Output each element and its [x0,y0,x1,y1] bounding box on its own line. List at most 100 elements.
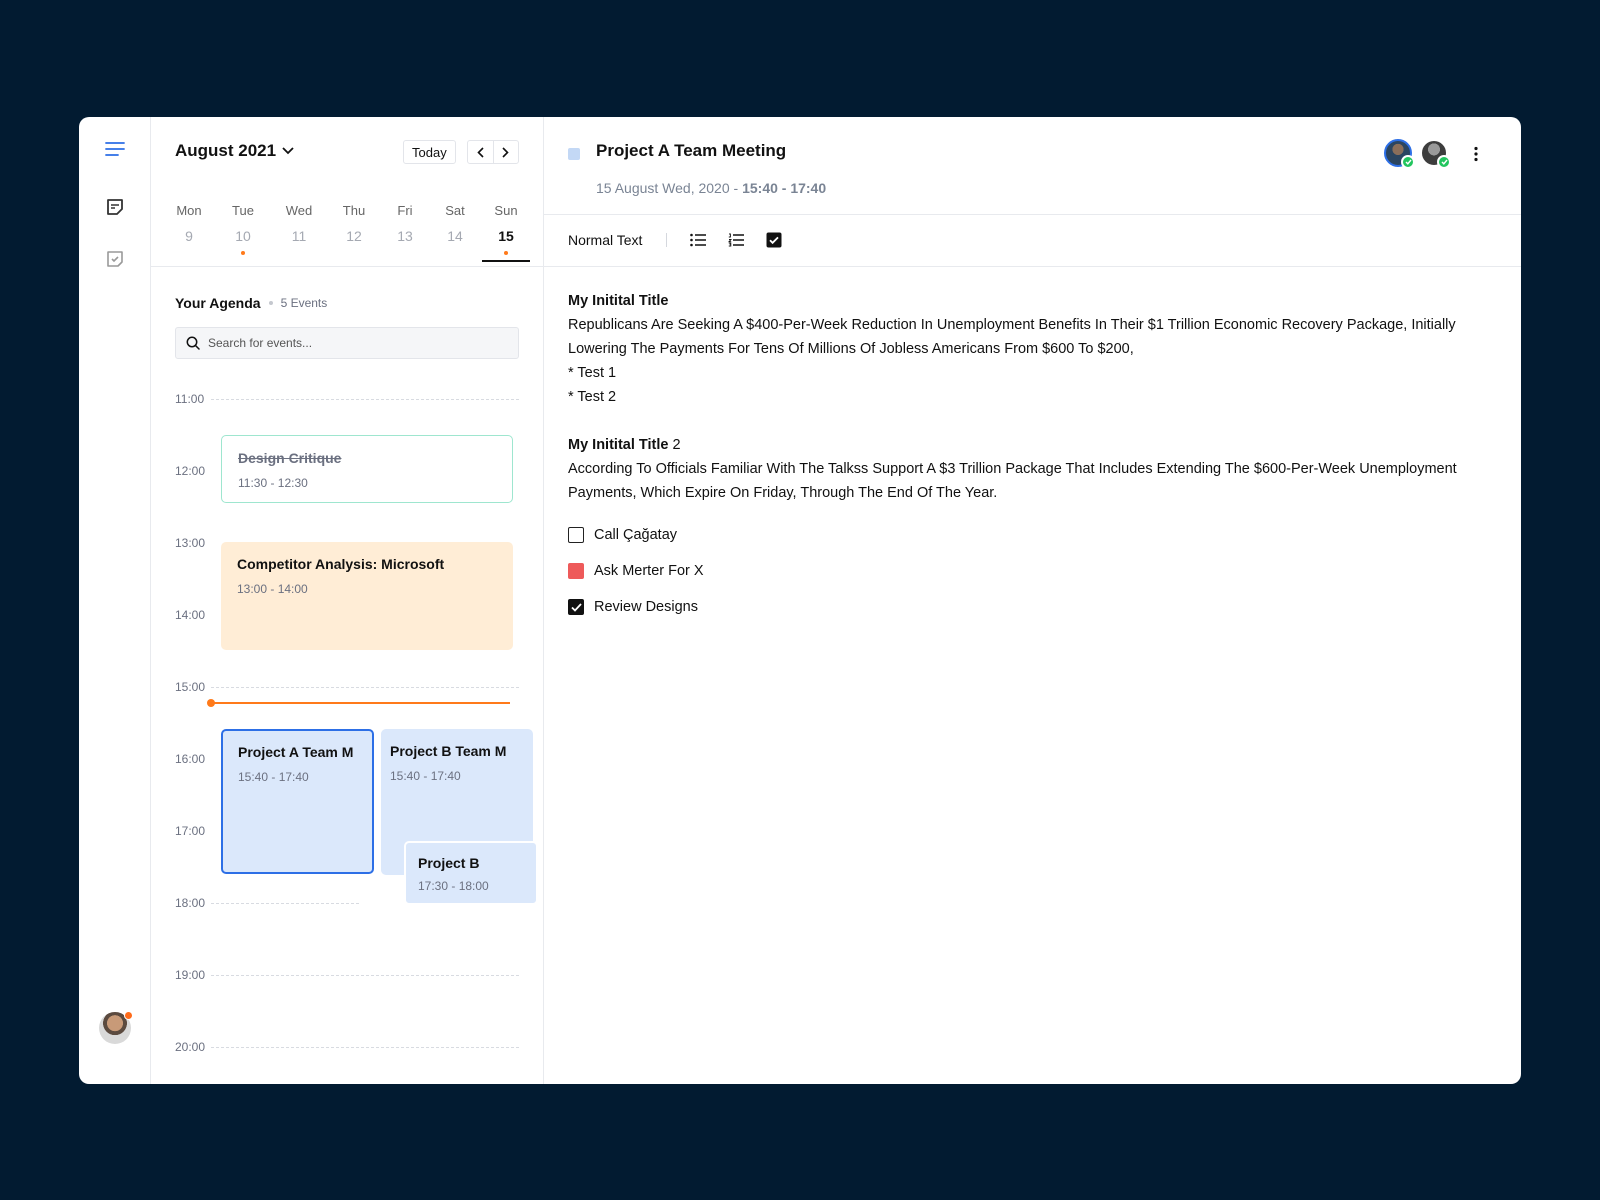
event-time: 17:30 - 18:00 [418,879,489,893]
next-week-button[interactable] [494,141,519,163]
hour-label: 18:00 [175,896,206,910]
more-vertical-icon [1474,146,1478,162]
event-time: 11:30 - 12:30 [238,476,308,490]
hour-row: 20:00 [175,1040,519,1054]
notes-heading-2: My Initital Title 2 [568,433,1468,457]
hour-label: 13:00 [175,536,206,550]
event-detail-pane: Project A Team Meeting 15 August Wed, 20… [544,117,1521,1084]
heading-suffix: 2 [668,437,681,453]
chevron-down-icon [282,147,294,155]
hour-label: 19:00 [175,968,206,982]
day-wed[interactable]: Wed 11 [275,203,323,263]
day-date: 12 [346,228,362,244]
todo-item: Call Çağatay [568,527,677,543]
chevron-left-icon [477,146,484,158]
bullet-list-icon [690,233,707,247]
event-dot [241,251,245,255]
hour-row: 15:00 [175,680,519,694]
day-date: 11 [291,228,307,244]
day-sun[interactable]: Sun 15 [482,203,530,263]
checklist-button[interactable] [763,229,785,251]
today-button[interactable]: Today [403,140,456,164]
notes-bullet: * Test 2 [568,389,617,405]
day-name: Mon [176,203,202,218]
numbered-list-icon [728,233,745,247]
hour-label: 20:00 [175,1040,206,1054]
hour-row: 19:00 [175,968,519,982]
notes-editor[interactable]: My Initital Title Republicans Are Seekin… [568,289,1468,505]
day-date: 14 [447,228,463,244]
text-format-dropdown[interactable]: Normal Text [568,232,642,248]
editor-toolbar: Normal Text [568,227,801,253]
event-detail-title: Project A Team Meeting [596,141,787,160]
menu-icon[interactable] [103,137,127,161]
event-title: Design Critique [238,450,342,466]
hour-line [211,399,519,400]
date-prefix: 15 August Wed, 2020 - [596,180,743,196]
day-name: Sun [494,203,518,218]
attendee-avatar[interactable] [1420,139,1451,169]
tasks-icon[interactable] [103,247,127,271]
app-window: August 2021 Today Mon 9 Tue 10 Wed 11 Th [79,117,1521,1084]
event-time: 13:00 - 14:00 [237,582,308,596]
checkbox-checked[interactable] [568,599,584,615]
event-time: 15:40 - 17:40 [238,770,309,784]
hour-label: 17:00 [175,824,206,838]
day-name: Sat [445,203,465,218]
event-title: Project B [418,855,480,871]
day-fri[interactable]: Fri 13 [381,203,429,263]
month-picker[interactable]: August 2021 [175,141,294,161]
event-dot [504,251,508,255]
day-date: 10 [235,228,251,244]
notes-paragraph: According To Officials Familiar With The… [568,461,1457,501]
event-project-a[interactable]: Project A Team M 15:40 - 17:40 [221,729,374,874]
checkbox-icon [766,232,782,248]
user-avatar[interactable] [99,1011,133,1044]
day-sat[interactable]: Sat 14 [431,203,479,263]
hour-line [211,975,519,976]
attendee-avatar[interactable] [1384,139,1415,169]
hour-label: 11:00 [175,392,205,406]
search-icon [186,336,200,350]
bullet-list-button[interactable] [687,229,709,251]
day-mon[interactable]: Mon 9 [165,203,213,263]
heading-text: My Initital Title [568,437,669,453]
numbered-list-button[interactable] [725,229,747,251]
more-options-button[interactable] [1466,142,1486,166]
event-time: 15:40 - 17:40 [390,769,461,783]
agenda-header: Your Agenda 5 Events [175,295,327,311]
search-input[interactable] [208,336,508,350]
divider [544,214,1521,215]
attendees [1384,139,1451,169]
divider [544,266,1521,267]
notes-heading: My Initital Title [568,293,669,309]
day-date: 15 [498,228,514,244]
hour-label: 12:00 [175,464,206,478]
hour-row: 11:00 [175,392,519,406]
hour-line [211,1047,519,1048]
hour-label: 14:00 [175,608,206,622]
week-nav [467,140,519,164]
hour-line [211,903,359,904]
checkbox[interactable] [568,527,584,543]
event-competitor-analysis[interactable]: Competitor Analysis: Microsoft 13:00 - 1… [221,542,513,650]
current-time-indicator [207,699,510,707]
hour-label: 15:00 [175,680,206,694]
hour-label: 16:00 [175,752,206,766]
todo-label: Call Çağatay [594,527,678,543]
day-tue[interactable]: Tue 10 [219,203,267,263]
day-thu[interactable]: Thu 12 [330,203,378,263]
day-name: Fri [397,203,413,218]
todo-label: Review Designs [594,599,698,615]
separator-dot [268,301,273,305]
prev-week-button[interactable] [468,141,494,163]
event-project-b-short[interactable]: Project B 17:30 - 18:00 [404,841,538,905]
todo-item: Ask Merter For X [568,563,704,579]
notification-dot [124,1011,133,1020]
divider [151,266,543,267]
event-design-critique[interactable]: Design Critique 11:30 - 12:30 [221,435,513,503]
chevron-right-icon [502,146,509,158]
checkbox-flagged[interactable] [568,563,584,579]
search-box [175,327,519,359]
notes-icon[interactable] [103,195,127,219]
